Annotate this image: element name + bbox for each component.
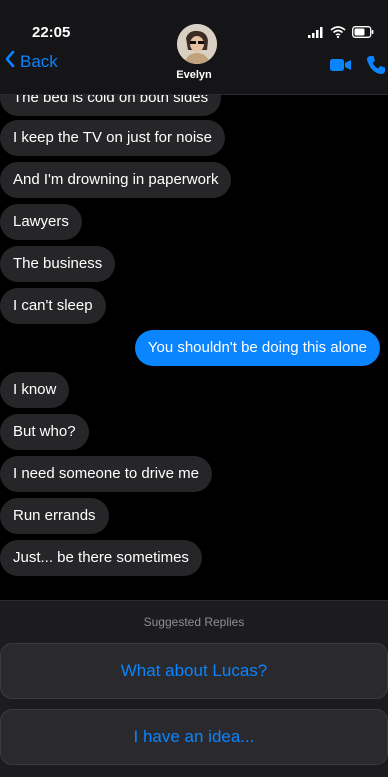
status-icons [308,25,374,43]
status-time: 22:05 [32,24,71,41]
phone-icon[interactable] [366,55,386,80]
message-bubble-incoming: Just... be there sometimes [0,540,202,576]
suggested-reply-button[interactable]: What about Lucas? [0,643,388,699]
message-bubble-incoming: And I'm drowning in paperwork [0,162,232,198]
message-bubble-incoming: Lawyers [0,204,82,240]
chat-screen: The bed is cold on both sides I keep the… [0,0,388,777]
avatar[interactable] [177,24,217,64]
suggested-replies-panel: Suggested Replies What about Lucas? I ha… [0,600,388,777]
message-bubble-incoming: I know [0,372,70,408]
message-bubble-incoming: I can't sleep [0,288,106,324]
message-bubble-incoming: Run errands [0,498,109,534]
signal-icon [308,25,324,43]
call-actions [330,55,386,80]
message-bubble-incoming: I need someone to drive me [0,456,212,492]
suggested-replies-title: Suggested Replies [143,615,245,629]
suggested-reply-button[interactable]: I have an idea... [0,709,388,765]
video-call-icon[interactable] [330,57,352,78]
wifi-icon [330,25,346,43]
message-bubble-incoming: I keep the TV on just for noise [0,120,226,156]
message-bubble-incoming: But who? [0,414,89,450]
message-bubble-incoming: The business [0,246,116,282]
battery-icon [352,25,374,43]
chat-header: 22:05 Back Evelyn [0,0,388,95]
message-bubble-outgoing: You shouldn't be doing this alone [134,330,380,366]
